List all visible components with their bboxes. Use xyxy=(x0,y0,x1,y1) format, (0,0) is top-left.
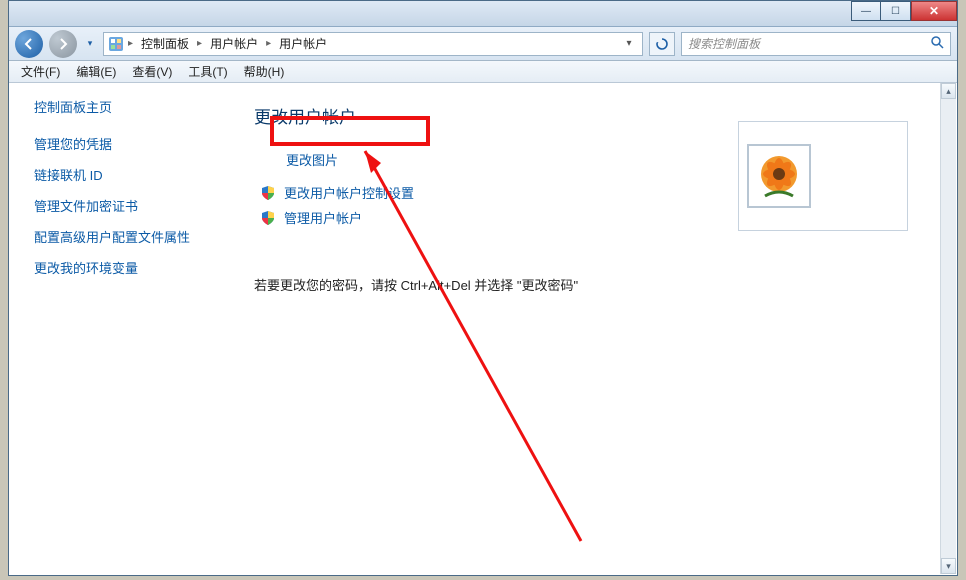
shield-icon xyxy=(260,185,276,201)
vertical-scrollbar[interactable]: ▴ ▾ xyxy=(940,83,956,574)
breadcrumb-item[interactable]: 控制面板 xyxy=(137,35,193,52)
control-panel-window: — ☐ ✕ ▾ ▸ 控制面板 ▸ 用户帐户 ▸ 用户帐户 ▾ xyxy=(8,0,958,576)
titlebar[interactable]: — ☐ ✕ xyxy=(9,1,957,27)
navigation-row: ▾ ▸ 控制面板 ▸ 用户帐户 ▸ 用户帐户 ▾ 搜索控制面板 xyxy=(9,27,957,61)
scroll-up-button[interactable]: ▴ xyxy=(941,83,956,99)
content-area: 控制面板主页 管理您的凭据 链接联机 ID 管理文件加密证书 配置高级用户配置文… xyxy=(10,83,956,574)
minimize-button[interactable]: — xyxy=(851,1,881,21)
close-button[interactable]: ✕ xyxy=(911,1,957,21)
breadcrumb-item[interactable]: 用户帐户 xyxy=(275,35,331,52)
uac-settings-link[interactable]: 更改用户帐户控制设置 xyxy=(284,183,414,202)
menu-tools[interactable]: 工具(T) xyxy=(180,60,235,83)
menu-edit[interactable]: 编辑(E) xyxy=(68,60,124,83)
sidebar-link-env-vars[interactable]: 更改我的环境变量 xyxy=(34,258,223,277)
sidebar-home-link[interactable]: 控制面板主页 xyxy=(34,97,223,116)
back-button[interactable] xyxy=(15,30,43,58)
main-pane: 更改用户帐户 更改图片 更改用户帐户控制设置 管理用户帐户 若要更改您的密码，请… xyxy=(234,83,956,574)
search-input[interactable]: 搜索控制面板 xyxy=(681,32,951,56)
search-placeholder: 搜索控制面板 xyxy=(688,35,760,52)
menu-view[interactable]: 查看(V) xyxy=(124,60,180,83)
shield-icon xyxy=(260,210,276,226)
manage-accounts-link[interactable]: 管理用户帐户 xyxy=(284,208,362,227)
sidebar-link-efs-cert[interactable]: 管理文件加密证书 xyxy=(34,196,223,215)
refresh-button[interactable] xyxy=(649,32,675,56)
history-dropdown[interactable]: ▾ xyxy=(83,30,97,58)
sidebar-link-adv-profile[interactable]: 配置高级用户配置文件属性 xyxy=(34,227,223,246)
search-icon[interactable] xyxy=(930,35,944,52)
address-dropdown[interactable]: ▾ xyxy=(620,38,638,49)
address-bar[interactable]: ▸ 控制面板 ▸ 用户帐户 ▸ 用户帐户 ▾ xyxy=(103,32,643,56)
window-controls: — ☐ ✕ xyxy=(851,1,957,21)
menubar: 文件(F) 编辑(E) 查看(V) 工具(T) 帮助(H) xyxy=(9,61,957,83)
breadcrumb-sep[interactable]: ▸ xyxy=(195,38,204,49)
sidebar-link-credentials[interactable]: 管理您的凭据 xyxy=(34,134,223,153)
control-panel-icon xyxy=(108,36,124,52)
breadcrumb-sep[interactable]: ▸ xyxy=(264,38,273,49)
menu-file[interactable]: 文件(F) xyxy=(13,60,68,83)
menu-help[interactable]: 帮助(H) xyxy=(236,60,293,83)
sidebar-link-online-id[interactable]: 链接联机 ID xyxy=(34,165,223,184)
password-note: 若要更改您的密码，请按 Ctrl+Alt+Del 并选择 "更改密码" xyxy=(254,275,936,294)
maximize-button[interactable]: ☐ xyxy=(881,1,911,21)
forward-button[interactable] xyxy=(49,30,77,58)
flower-avatar-icon xyxy=(751,148,807,204)
scroll-down-button[interactable]: ▾ xyxy=(941,558,956,574)
avatar-frame xyxy=(747,144,811,208)
breadcrumb-sep[interactable]: ▸ xyxy=(126,38,135,49)
breadcrumb-item[interactable]: 用户帐户 xyxy=(206,35,262,52)
account-picture-card xyxy=(738,121,908,231)
sidebar: 控制面板主页 管理您的凭据 链接联机 ID 管理文件加密证书 配置高级用户配置文… xyxy=(10,83,234,574)
